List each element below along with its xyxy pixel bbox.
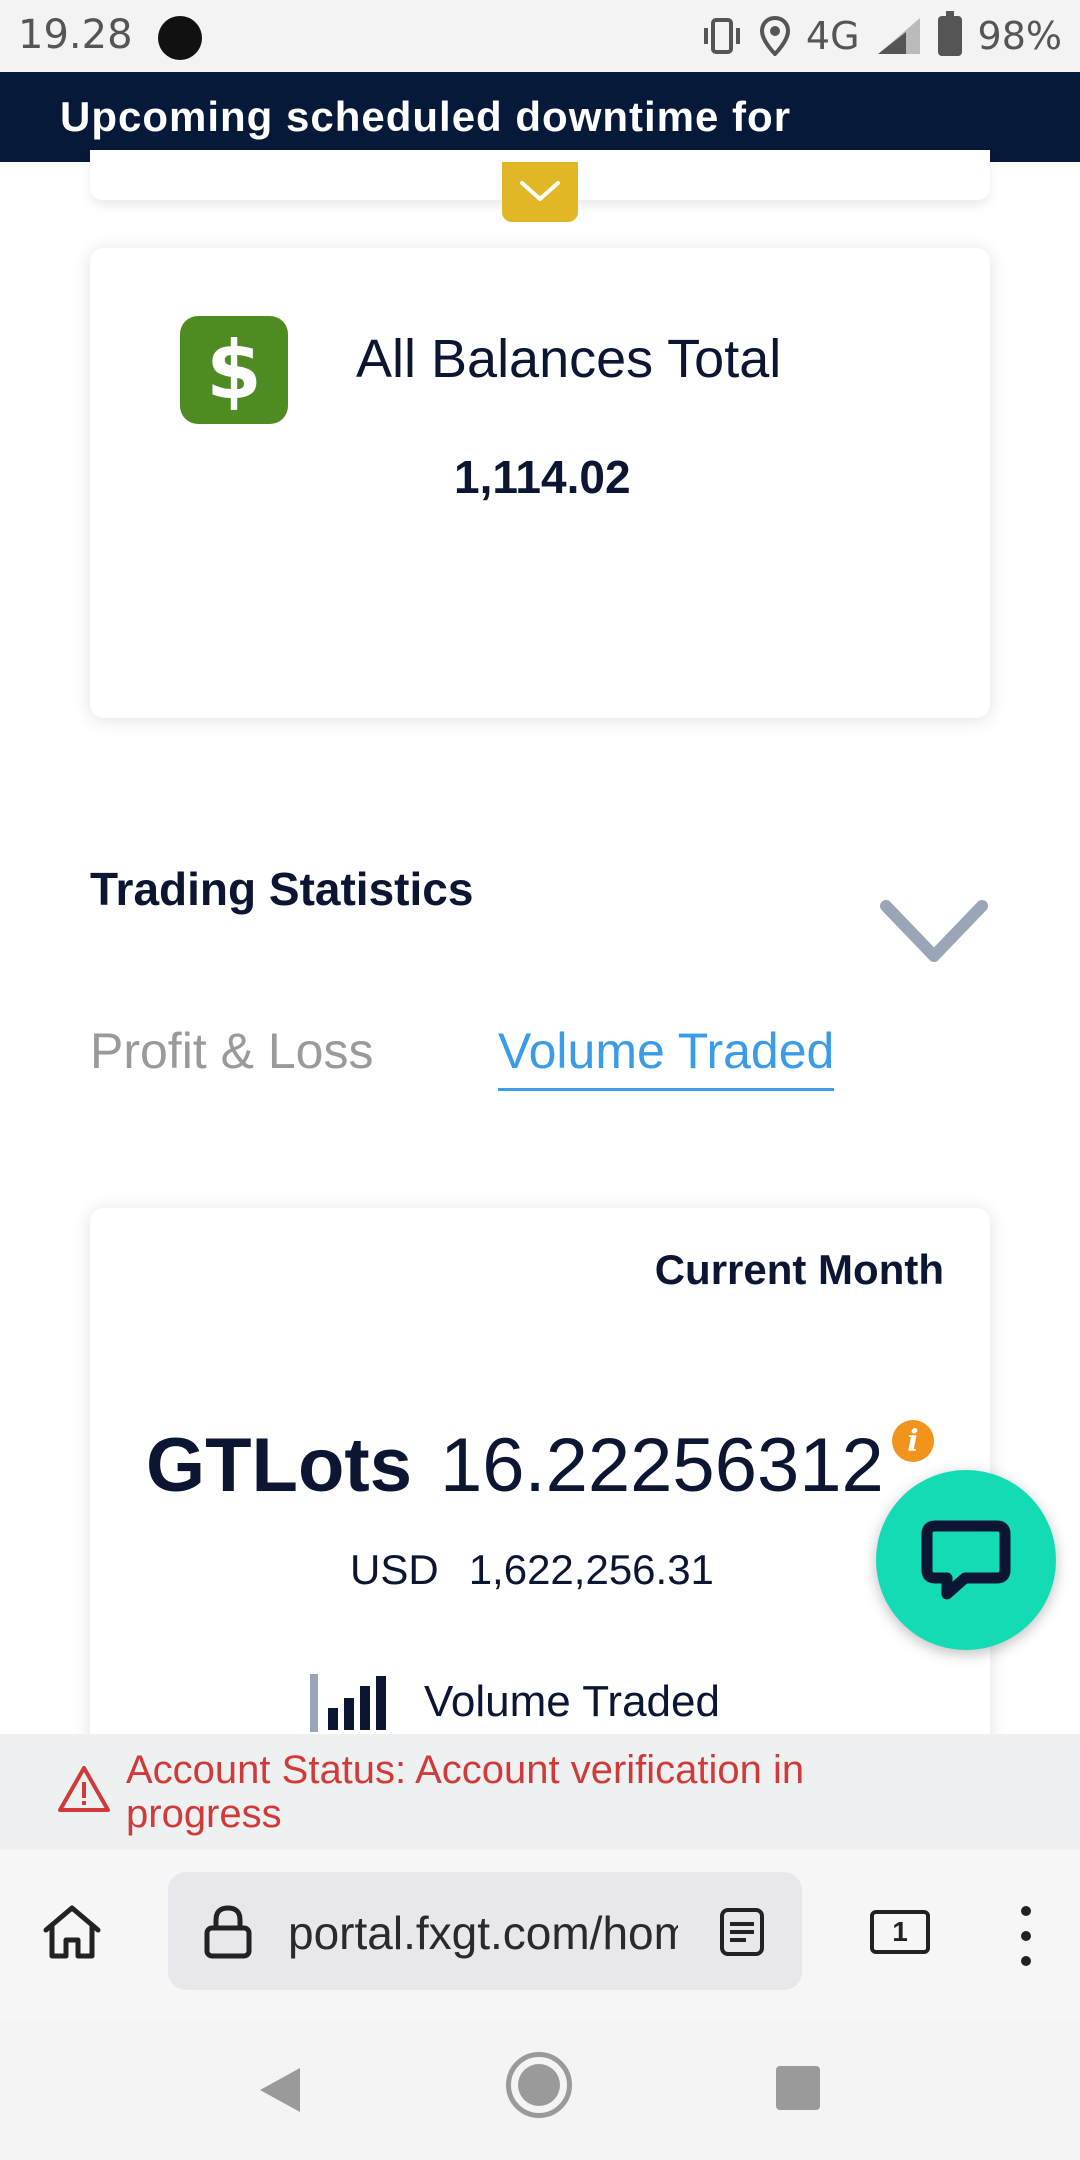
chat-button[interactable]: [876, 1470, 1056, 1650]
downtime-banner[interactable]: Upcoming scheduled downtime for: [0, 72, 1080, 162]
chat-bubble-icon: [921, 1520, 1011, 1600]
url-text: portal.fxgt.com/home: [288, 1907, 678, 1959]
period-label: Current Month: [654, 1246, 944, 1293]
location-icon: [759, 16, 790, 56]
home-icon: [43, 1905, 101, 1959]
lock-icon: [204, 1905, 252, 1959]
tab-profit-loss[interactable]: Profit & Loss: [90, 1022, 373, 1080]
banner-text: Upcoming scheduled downtime for: [60, 93, 792, 140]
system-home-icon[interactable]: [506, 2052, 572, 2118]
vibrate-icon: [700, 16, 744, 56]
battery-level: 98%: [977, 14, 1062, 58]
status-bar: 19.28 4G 98%: [0, 0, 1080, 72]
account-status-bar[interactable]: Account Status: Account verification in …: [0, 1734, 1080, 1850]
chevron-down-icon: [520, 181, 560, 201]
battery-icon: [937, 11, 962, 56]
metric-label: Volume Traded: [424, 1677, 720, 1726]
metric-row: Volume Traded: [308, 1670, 720, 1734]
tab-volume-traded[interactable]: Volume Traded: [498, 1022, 835, 1091]
lots-label: GTLots: [146, 1423, 412, 1508]
section-collapse-button[interactable]: [878, 898, 990, 973]
system-nav-bar: [0, 2020, 1080, 2160]
network-type: 4G: [805, 14, 860, 58]
balance-value: 1,114.02: [454, 451, 631, 503]
status-icons: 4G 98%: [700, 10, 1062, 62]
info-icon[interactable]: i: [892, 1420, 934, 1462]
currency-value: 1,622,256.31: [468, 1546, 714, 1593]
home-button[interactable]: [40, 1902, 104, 1967]
account-status-text: Account Status: Account verification in …: [126, 1748, 805, 1836]
recent-apps-icon[interactable]: [776, 2066, 820, 2110]
currency-label: USD: [350, 1546, 439, 1593]
trading-statistics-title: Trading Statistics: [90, 863, 474, 915]
usd-row: USD 1,622,256.31: [350, 1546, 714, 1594]
more-options-icon[interactable]: [1016, 1906, 1036, 1966]
chevron-down-icon: [880, 900, 988, 962]
reader-mode-icon[interactable]: [718, 1906, 766, 1958]
tab-switcher-button[interactable]: 1: [870, 1910, 930, 1954]
warning-icon: [58, 1766, 110, 1812]
volume-card: Current Month GTLots 16.22256312 i USD 1,…: [90, 1208, 990, 1788]
address-bar[interactable]: portal.fxgt.com/home: [168, 1872, 802, 1990]
signal-icon: [876, 16, 922, 56]
lots-row: GTLots 16.22256312: [146, 1422, 884, 1509]
balance-title: All Balances Total: [356, 329, 782, 389]
status-time: 19.28: [18, 12, 133, 58]
dollar-icon: $: [180, 316, 288, 424]
bar-chart-icon: [310, 1674, 386, 1732]
notification-dot-icon: [158, 16, 202, 60]
lots-value: 16.22256312: [439, 1423, 884, 1508]
browser-toolbar: portal.fxgt.com/home 1: [0, 1850, 1080, 2020]
balance-card: $ All Balances Total 1,114.02: [90, 248, 990, 718]
expand-toggle-button[interactable]: [502, 162, 578, 222]
back-icon[interactable]: [256, 2064, 304, 2116]
